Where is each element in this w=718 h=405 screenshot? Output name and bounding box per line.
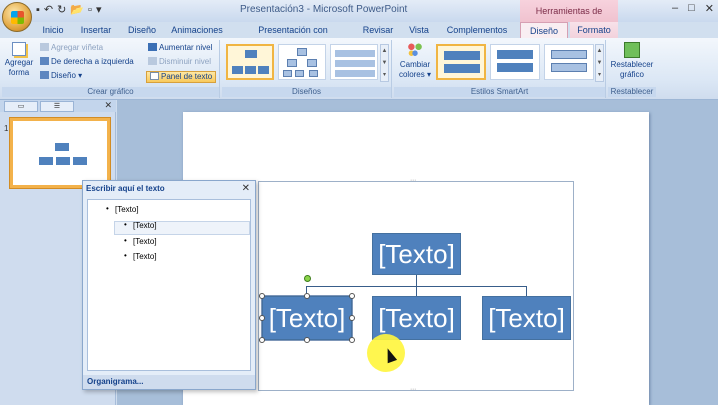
smartart-tools-context-title: Herramientas de SmartArt [520, 0, 618, 38]
frame-handle-bottom[interactable]: ⋯ [410, 386, 416, 393]
resize-handle[interactable] [259, 315, 265, 321]
text-pane-footer-link[interactable]: Organigrama... [83, 375, 255, 389]
title-bar: ▪ ↶ ↻ 📂 ▫ ▾ Presentación3 - Microsoft Po… [0, 0, 718, 38]
style-intense[interactable] [490, 44, 540, 80]
new-icon[interactable]: ▫ [88, 3, 92, 17]
save-icon[interactable]: ▪ [36, 3, 40, 17]
disminuir-nivel-button[interactable]: Disminuir nivel [148, 57, 211, 67]
group-label-crear-grafico: Crear gráfico [2, 87, 219, 97]
close-icon[interactable]: ✕ [242, 183, 250, 194]
connector-line [416, 286, 417, 296]
group-crear-grafico: Agregar forma Agregar viñeta De derecha … [2, 40, 220, 98]
promote-icon [148, 43, 157, 51]
text-pane-bullet-icon: • [124, 251, 127, 260]
rotation-handle[interactable] [304, 275, 311, 282]
restablecer-grafico-button[interactable]: Restablecer gráfico [610, 42, 654, 80]
bullet-icon [40, 43, 49, 51]
derecha-izquierda-button[interactable]: De derecha a izquierda [40, 57, 134, 67]
text-pane-bullet-icon: • [124, 236, 127, 245]
text-pane-bullet-icon: • [124, 220, 127, 229]
text-pane-item[interactable]: [Texto] [133, 252, 157, 261]
ribbon-tabs: Inicio Insertar Diseño Animaciones Prese… [0, 22, 718, 51]
outline-tab[interactable]: ☰ [40, 101, 74, 112]
smartart-top-box[interactable]: [Texto] [372, 233, 461, 275]
resize-handle[interactable] [349, 315, 355, 321]
slide-number: 1 [4, 124, 9, 133]
pane-close-icon[interactable]: ✕ [104, 100, 112, 111]
group-label-restablecer: Restablecer [608, 87, 656, 97]
slide-thumbnail[interactable] [9, 117, 111, 189]
undo-icon[interactable]: ↶ [44, 3, 53, 17]
resize-handle[interactable] [304, 337, 310, 343]
window-controls: – □ ✕ [672, 2, 714, 15]
right-to-left-icon [40, 57, 49, 65]
group-estilos-smartart: Cambiar colores ▾ ▲ ▼ ▾ Estilos SmartArt [394, 40, 606, 98]
color-palette-icon [406, 42, 424, 58]
customize-qat-icon[interactable]: ▾ [96, 3, 102, 17]
disenos-gallery-scroll[interactable]: ▲ ▼ ▾ [380, 44, 389, 82]
agregar-forma-button[interactable]: Agregar forma [4, 42, 34, 78]
window-title: Presentación3 - Microsoft PowerPoint [240, 4, 408, 15]
aumentar-nivel-button[interactable]: Aumentar nivel [148, 43, 212, 53]
diseno-layout-button[interactable]: Diseño ▾ [40, 71, 82, 81]
tab-smartart-formato[interactable]: Formato [570, 22, 618, 38]
group-restablecer: Restablecer gráfico Restablecer [608, 40, 656, 98]
connector-line [526, 286, 527, 296]
resize-handle[interactable] [349, 293, 355, 299]
text-pane-icon [150, 72, 159, 80]
layout-hierarchy[interactable] [278, 44, 326, 80]
tab-presentacion[interactable]: Presentación con diapositivas [234, 22, 352, 51]
quick-access-toolbar: ▪ ↶ ↻ 📂 ▫ ▾ [36, 3, 101, 17]
resize-handle[interactable] [349, 337, 355, 343]
group-label-disenos: Diseños [222, 87, 391, 97]
text-pane-item[interactable]: [Texto] [133, 221, 157, 230]
resize-handle[interactable] [259, 293, 265, 299]
tab-smartart-diseno[interactable]: Diseño [520, 22, 568, 38]
style-outline[interactable] [544, 44, 594, 80]
tab-revisar[interactable]: Revisar [360, 22, 396, 38]
office-logo-icon [11, 11, 24, 24]
tab-animaciones[interactable]: Animaciones [168, 22, 226, 38]
frame-handle-top[interactable]: ⋯ [410, 177, 416, 184]
tab-complementos[interactable]: Complementos [442, 22, 512, 38]
tab-insertar[interactable]: Insertar [76, 22, 116, 38]
group-disenos: ▲ ▼ ▾ Diseños [222, 40, 392, 98]
panel-texto-button[interactable]: Panel de texto [146, 71, 217, 83]
cambiar-colores-button[interactable]: Cambiar colores ▾ [398, 42, 432, 80]
slides-pane-tabs: ▭ ☰ ✕ [0, 100, 116, 112]
style-simple-fill[interactable] [436, 44, 486, 80]
close-icon[interactable]: ✕ [705, 2, 714, 15]
text-pane-title: Escribir aquí el texto [86, 184, 165, 193]
open-icon[interactable]: 📂 [70, 3, 84, 17]
resize-handle[interactable] [259, 337, 265, 343]
demote-icon [148, 57, 157, 65]
layout-org-chart[interactable] [226, 44, 274, 80]
reset-graphic-icon [624, 42, 640, 58]
tab-vista[interactable]: Vista [404, 22, 434, 38]
maximize-icon[interactable]: □ [688, 2, 695, 15]
layout-icon [40, 71, 49, 79]
add-shape-icon [12, 42, 26, 56]
resize-handle[interactable] [304, 293, 310, 299]
tab-inicio[interactable]: Inicio [36, 22, 70, 38]
agregar-vineta-button[interactable]: Agregar viñeta [40, 43, 103, 53]
redo-icon[interactable]: ↻ [57, 3, 66, 17]
text-pane-bullet-icon: • [106, 204, 109, 213]
smartart-child-box[interactable]: [Texto] [482, 296, 571, 340]
minimize-icon[interactable]: – [672, 2, 678, 15]
ribbon: Agregar forma Agregar viñeta De derecha … [0, 38, 718, 100]
smartart-child-box[interactable]: [Texto] [261, 295, 353, 341]
tab-diseno[interactable]: Diseño [124, 22, 160, 38]
slides-tab[interactable]: ▭ [4, 101, 38, 112]
group-label-estilos: Estilos SmartArt [394, 87, 605, 97]
layout-labeled-hierarchy[interactable] [330, 44, 378, 80]
text-pane-item[interactable]: [Texto] [133, 237, 157, 246]
estilos-gallery-scroll[interactable]: ▲ ▼ ▾ [595, 44, 604, 82]
office-button[interactable] [2, 2, 32, 32]
text-pane-item[interactable]: [Texto] [115, 205, 139, 214]
